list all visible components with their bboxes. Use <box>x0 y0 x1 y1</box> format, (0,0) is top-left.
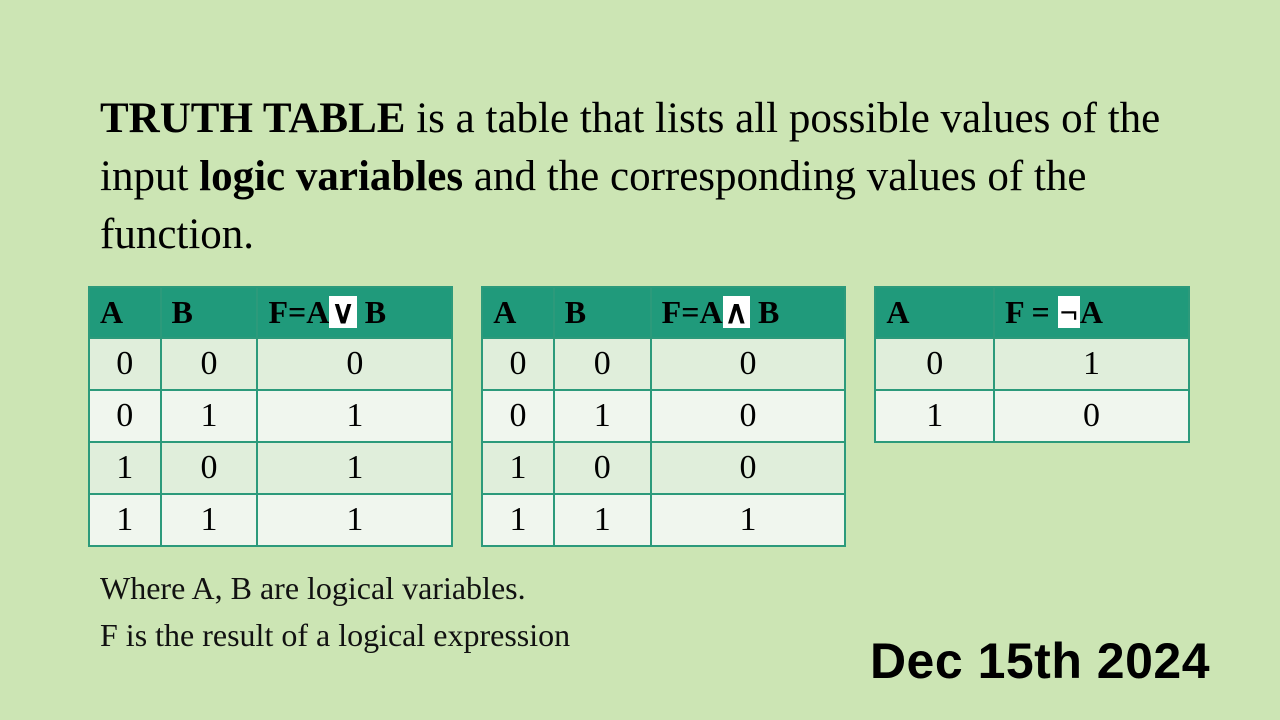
col-header-f-not: F = ¬A <box>994 287 1189 338</box>
not-operator-icon: ¬ <box>1058 296 1080 328</box>
col-header-f-or: F=A∨ B <box>257 287 452 338</box>
table-row: 0 1 1 <box>89 390 452 442</box>
table-row: 1 1 1 <box>89 494 452 546</box>
truth-table-or: A B F=A∨ B 0 0 0 0 1 1 <box>88 286 453 547</box>
table-row: 1 0 <box>875 390 1189 442</box>
col-header-a: A <box>482 287 554 338</box>
table-row: 0 1 <box>875 338 1189 390</box>
col-header-f-and: F=A∧ B <box>651 287 846 338</box>
definition-mid-bold: logic variables <box>199 153 463 200</box>
truth-table-and: A B F=A∧ B 0 0 0 0 1 0 <box>481 286 846 547</box>
col-header-a: A <box>875 287 994 338</box>
table-header-row: A B F=A∧ B <box>482 287 845 338</box>
and-operator-icon: ∧ <box>723 296 750 328</box>
truth-table-not: A F = ¬A 0 1 1 0 <box>874 286 1190 443</box>
or-operator-icon: ∨ <box>329 296 356 328</box>
table-row: 1 0 1 <box>89 442 452 494</box>
table-row: 0 0 0 <box>89 338 452 390</box>
col-header-b: B <box>554 287 651 338</box>
col-header-b: B <box>161 287 258 338</box>
footer-line1: Where A, B are logical variables. <box>100 565 1190 611</box>
table-header-row: A F = ¬A <box>875 287 1189 338</box>
slide-root: TRUTH TABLE is a table that lists all po… <box>0 0 1280 720</box>
definition-lead-bold: TRUTH TABLE <box>100 95 405 142</box>
tables-row: A B F=A∨ B 0 0 0 0 1 1 <box>88 286 1190 547</box>
table-row: 0 0 0 <box>482 338 845 390</box>
definition-text: TRUTH TABLE is a table that lists all po… <box>100 90 1190 264</box>
table-row: 0 1 0 <box>482 390 845 442</box>
table-header-row: A B F=A∨ B <box>89 287 452 338</box>
col-header-a: A <box>89 287 161 338</box>
table-row: 1 1 1 <box>482 494 845 546</box>
date-stamp: Dec 15th 2024 <box>870 632 1210 690</box>
table-row: 1 0 0 <box>482 442 845 494</box>
